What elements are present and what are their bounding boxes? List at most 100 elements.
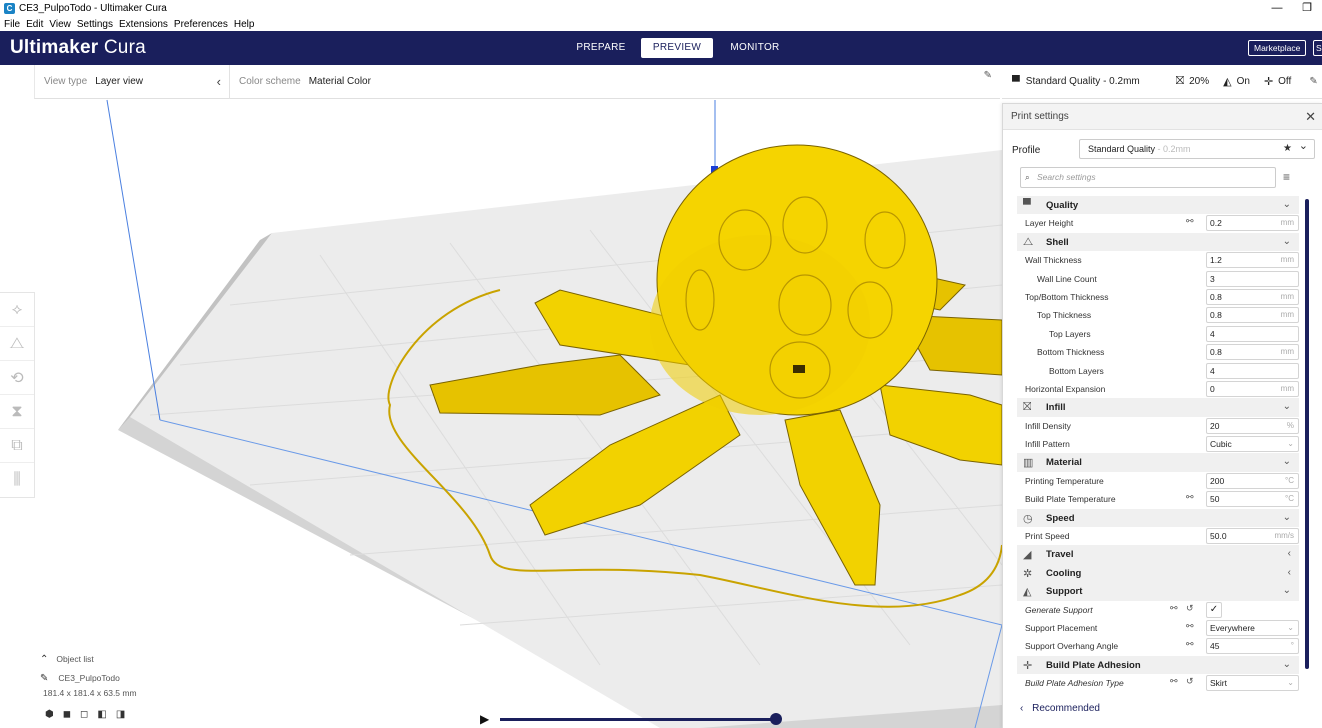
- view-right-icon[interactable]: ◨: [116, 709, 125, 720]
- build-plate-scene: [106, 99, 1002, 728]
- chevron-down-icon: ⌄: [1282, 658, 1291, 670]
- setting-value-field[interactable]: 0.8 mm: [1206, 307, 1299, 324]
- view-type-selector[interactable]: View type Layer view ‹: [35, 64, 230, 99]
- 3d-viewport[interactable]: [0, 65, 1002, 728]
- object-info: ⌃ Object list ✎ CE3_PulpoTodo 181.4 x 18…: [40, 652, 240, 721]
- setting-value-field[interactable]: Skirt ⌄: [1206, 675, 1299, 692]
- setting-value-field[interactable]: 3: [1206, 270, 1299, 287]
- pencil-icon[interactable]: ✎: [40, 673, 48, 684]
- play-icon[interactable]: ▶: [480, 712, 489, 726]
- support-blocker-icon[interactable]: ⫼: [0, 463, 34, 497]
- category-cooling[interactable]: ✲ Cooling ‹: [1017, 563, 1299, 583]
- settings-scrollbar[interactable]: [1305, 199, 1309, 669]
- marketplace-button[interactable]: Marketplace: [1248, 40, 1307, 56]
- pencil-icon[interactable]: ✎: [984, 70, 992, 81]
- view-left-icon[interactable]: ◧: [97, 709, 106, 720]
- setting-row: Infill Density 20%: [1021, 417, 1299, 435]
- generate-support-checkbox[interactable]: ✓: [1206, 601, 1222, 618]
- restore-button[interactable]: ❐: [1294, 1, 1320, 16]
- chevron-left-icon: ‹: [1287, 566, 1291, 578]
- reset-icon[interactable]: ↺: [1186, 603, 1194, 614]
- category-shell[interactable]: ⧍ Shell ⌄: [1017, 232, 1299, 252]
- view-options-bar: View type Layer view ‹ Color scheme Mate…: [34, 64, 1000, 99]
- mirror-tool-icon[interactable]: ⧗: [0, 395, 34, 429]
- object-name: CE3_PulpoTodo: [58, 673, 120, 683]
- category-build-plate-adhesion[interactable]: ✛ Build Plate Adhesion ⌄: [1017, 655, 1299, 675]
- chevron-left-icon[interactable]: ‹: [217, 74, 221, 89]
- color-scheme-label: Color scheme: [239, 76, 301, 87]
- rotate-tool-icon[interactable]: ⟲: [0, 361, 34, 395]
- category-material[interactable]: ▥ Material ⌄: [1017, 453, 1299, 472]
- setting-unit: mm: [1280, 291, 1294, 301]
- category-infill[interactable]: ⛝ Infill ⌄: [1017, 398, 1299, 417]
- pencil-icon[interactable]: ✎: [1309, 76, 1317, 87]
- menu-file[interactable]: File: [4, 19, 20, 30]
- setting-label: Infill Density: [1025, 420, 1071, 431]
- profile-suffix: - 0.2mm: [1155, 144, 1191, 154]
- setting-value-field[interactable]: Cubic ⌄: [1206, 436, 1299, 453]
- setting-value-field[interactable]: 45 °: [1206, 638, 1299, 655]
- tab-monitor[interactable]: MONITOR: [722, 38, 788, 58]
- app-header: Ultimaker Cura PREPARE PREVIEW MONITOR M…: [0, 31, 1322, 65]
- setting-value: Everywhere: [1210, 622, 1255, 633]
- chevron-down-icon: ⌄: [1282, 199, 1291, 210]
- view-3d-icon[interactable]: ⬢: [45, 709, 54, 720]
- view-top-icon[interactable]: ◻: [80, 709, 88, 720]
- setting-label: Top Thickness: [1037, 310, 1092, 321]
- path-slider-track[interactable]: [500, 718, 776, 721]
- setting-value-field[interactable]: 4: [1206, 362, 1299, 379]
- search-input[interactable]: ⌕ Search settings: [1020, 167, 1276, 188]
- category-speed[interactable]: ◷ Speed ⌄: [1017, 508, 1299, 528]
- setting-value-field[interactable]: 0 mm: [1206, 380, 1299, 397]
- settings-menu-icon[interactable]: ≡: [1283, 170, 1290, 184]
- chevron-down-icon: ⌄: [1298, 140, 1308, 152]
- setting-unit: ⌄: [1287, 439, 1294, 449]
- setting-value-field[interactable]: 200 °C: [1206, 472, 1299, 489]
- setting-value: 45: [1210, 641, 1220, 652]
- setting-value-field[interactable]: 20%: [1206, 417, 1299, 434]
- path-slider-handle[interactable]: [770, 713, 782, 725]
- setting-value-field[interactable]: 0.8 mm: [1206, 344, 1299, 361]
- menu-view[interactable]: View: [49, 19, 71, 30]
- setting-value-field[interactable]: 0.8 mm: [1206, 288, 1299, 305]
- per-model-settings-icon[interactable]: ⧉: [0, 429, 34, 463]
- setting-label: Wall Thickness: [1025, 255, 1082, 266]
- minimize-button[interactable]: —: [1264, 1, 1290, 16]
- setting-row: Infill Pattern Cubic ⌄: [1021, 435, 1299, 453]
- object-list-toggle[interactable]: ⌃ Object list: [40, 652, 240, 666]
- view-type-label: View type: [44, 76, 88, 87]
- sign-in-button[interactable]: S: [1313, 40, 1322, 56]
- setting-label: Print Speed: [1025, 531, 1070, 542]
- profile-dropdown[interactable]: Standard Quality - 0.2mm ★ ⌄: [1079, 139, 1315, 159]
- setting-value-field[interactable]: 50 °C: [1206, 491, 1299, 508]
- category-support[interactable]: ◭ Support ⌄: [1017, 582, 1299, 601]
- tab-preview[interactable]: PREVIEW: [641, 38, 713, 58]
- category-travel[interactable]: ◢ Travel ‹: [1017, 545, 1299, 564]
- category-quality[interactable]: ▀ Quality ⌄: [1017, 196, 1299, 215]
- setting-value-field[interactable]: Everywhere ⌄: [1206, 619, 1299, 636]
- setting-value-field[interactable]: 1.2 mm: [1206, 252, 1299, 269]
- layer-simulation-bar: ▶: [478, 712, 782, 726]
- menu-help[interactable]: Help: [234, 19, 255, 30]
- setting-value: 0.2: [1210, 218, 1222, 229]
- menu-settings[interactable]: Settings: [77, 19, 113, 30]
- ultimaker-cura-logo: Ultimaker Cura: [10, 37, 146, 58]
- print-setup-summary[interactable]: ▀ Standard Quality - 0.2mm ⛝ 20% ◭ On ✛ …: [1002, 65, 1322, 99]
- reset-icon[interactable]: ↺: [1186, 676, 1194, 687]
- chevron-up-icon: ⌃: [40, 653, 49, 665]
- setting-value-field[interactable]: 0.2 mm: [1206, 215, 1299, 232]
- scale-tool-icon[interactable]: ⧍: [0, 327, 34, 361]
- menu-preferences[interactable]: Preferences: [174, 19, 228, 30]
- setting-value-field[interactable]: 4: [1206, 325, 1299, 342]
- setting-value-field[interactable]: 50.0 mm/s: [1206, 528, 1299, 545]
- recommended-button[interactable]: ‹ Recommended: [1010, 700, 1102, 718]
- menu-extensions[interactable]: Extensions: [119, 19, 168, 30]
- color-scheme-selector[interactable]: Color scheme Material Color ✎: [230, 70, 1000, 87]
- view-front-icon[interactable]: ◼: [63, 709, 71, 720]
- menu-edit[interactable]: Edit: [26, 19, 43, 30]
- tab-prepare[interactable]: PREPARE: [570, 38, 632, 58]
- star-icon[interactable]: ★: [1283, 140, 1292, 158]
- move-tool-icon[interactable]: ⟡: [0, 293, 34, 327]
- setting-value: Cubic: [1210, 439, 1232, 450]
- close-icon[interactable]: ✕: [1305, 110, 1316, 123]
